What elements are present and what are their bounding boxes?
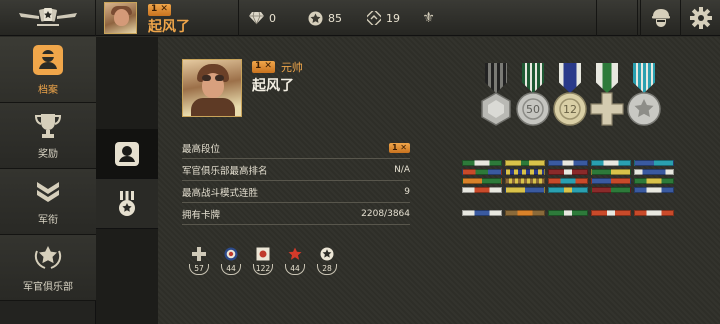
- sidebar: 档案 奖励 军衔 军官俱乐部: [0, 37, 96, 324]
- trophy-icon: [34, 113, 62, 138]
- tab-profile[interactable]: [96, 129, 158, 179]
- ribbon-row: [462, 178, 677, 184]
- stat-value: 2208/3864: [361, 208, 410, 219]
- sidebar-item-label: 奖励: [38, 148, 58, 160]
- stat-rank-badge: 1 ✕: [388, 142, 410, 153]
- diamond-counter[interactable]: 0: [249, 0, 276, 36]
- sub-navigation: [96, 37, 158, 324]
- faction-token[interactable]: 122: [250, 247, 276, 275]
- profile-rank-badge: 1 ✕: [252, 61, 275, 73]
- medal[interactable]: 12: [552, 63, 588, 133]
- allied-star-icon: [320, 247, 334, 261]
- gear-icon: [689, 7, 712, 29]
- faction-token[interactable]: 44: [282, 247, 308, 275]
- token-count: 44: [221, 264, 241, 275]
- player-portrait[interactable]: [182, 59, 242, 117]
- cross-medal-icon: [590, 92, 624, 126]
- sidebar-item-rewards[interactable]: 奖励: [0, 103, 96, 169]
- fleur-de-lis-icon: ⚜: [422, 10, 435, 26]
- token-count: 28: [317, 264, 337, 275]
- stat-label: 最高战斗模式连胜: [182, 187, 259, 199]
- token-count: 122: [253, 264, 273, 275]
- sidebar-item-officers-club[interactable]: 军官俱乐部: [0, 235, 96, 301]
- medal[interactable]: [626, 63, 662, 133]
- 50-medal-icon: 50: [516, 92, 550, 126]
- ribbon-row: [462, 210, 677, 216]
- iron-cross-icon: [192, 247, 206, 261]
- star-medal-icon: [627, 92, 661, 126]
- profile-title: 元帅: [280, 61, 303, 74]
- soldier-helmet-icon: [651, 9, 670, 27]
- settings-button[interactable]: [680, 0, 720, 36]
- stat-label: 军官俱乐部最高排名: [182, 165, 268, 177]
- stat-value: N/A: [394, 164, 410, 175]
- coin-value: 85: [328, 11, 342, 25]
- ribbon-row: [462, 187, 677, 193]
- token-counter[interactable]: 19: [366, 0, 400, 36]
- hexagon-medal-icon: [481, 92, 511, 126]
- profile-card-icon: [33, 44, 63, 75]
- divider: [637, 0, 638, 36]
- sidebar-item-label: 军衔: [38, 214, 58, 226]
- token-count: 44: [285, 264, 305, 275]
- top-player-name: 起风了: [148, 19, 190, 35]
- stat-label: 最高段位: [182, 143, 221, 155]
- sidebar-item-rank[interactable]: 军衔: [0, 169, 96, 235]
- 12-medal-icon: 12: [553, 92, 587, 126]
- medal[interactable]: [478, 63, 514, 133]
- red-star-icon: [288, 247, 302, 260]
- menu-logo-button[interactable]: [0, 0, 96, 36]
- fleur-counter[interactable]: ⚜: [421, 0, 441, 36]
- sidebar-item-label: 档案: [38, 84, 58, 96]
- top-bar: 1 ✕ 起风了 0 85 19 ⚜: [0, 0, 720, 36]
- profile-panel: 1 ✕ 元帅 起风了 最高段位 1 ✕ 军官俱乐部最高排名 N/A 最高战斗模式…: [158, 37, 720, 324]
- profile-rank: 1 ✕ 元帅: [252, 59, 303, 75]
- faction-token[interactable]: 44: [218, 247, 244, 275]
- tab-medals[interactable]: [96, 179, 158, 229]
- diamond-icon: [249, 11, 264, 26]
- medal[interactable]: 50: [515, 63, 551, 133]
- stat-value: 9: [404, 186, 410, 197]
- sidebar-item-profile[interactable]: 档案: [0, 37, 96, 103]
- rank-chevron-token-icon: [366, 11, 381, 26]
- faction-tokens: 57 44 122 44 28: [186, 247, 346, 275]
- roundel-icon: [224, 247, 238, 261]
- stat-row: 最高段位 1 ✕: [182, 137, 410, 159]
- laurel-star-icon: [34, 245, 62, 269]
- gold-star-coin-icon: [308, 11, 323, 26]
- top-rank-badge: 1 ✕: [148, 4, 171, 16]
- faction-token[interactable]: 28: [314, 247, 340, 275]
- medal-icon: [119, 190, 135, 216]
- rising-sun-icon: [256, 247, 270, 261]
- medal-label: 50: [526, 103, 540, 116]
- medal[interactable]: [589, 63, 625, 133]
- sidebar-item-label: 军官俱乐部: [23, 281, 73, 293]
- profile-name: 起风了: [252, 78, 294, 94]
- ribbon-row: [462, 160, 677, 166]
- divider: [238, 0, 239, 36]
- token-value: 19: [386, 11, 400, 25]
- medals-row: 50 12: [478, 63, 668, 133]
- token-count: 57: [189, 264, 209, 275]
- diamond-value: 0: [269, 11, 276, 25]
- profile-card-icon: [115, 141, 139, 166]
- stats-list: 最高段位 1 ✕ 军官俱乐部最高排名 N/A 最高战斗模式连胜 9 拥有卡牌 2…: [182, 137, 410, 225]
- medal-label: 12: [563, 103, 577, 116]
- stat-row: 军官俱乐部最高排名 N/A: [182, 159, 410, 181]
- chevron-rank-icon: [37, 181, 59, 202]
- faction-token[interactable]: 57: [186, 247, 212, 275]
- wings-cards-logo-icon: [18, 8, 77, 26]
- stat-label: 拥有卡牌: [182, 209, 221, 221]
- top-avatar[interactable]: [104, 2, 137, 34]
- divider: [596, 0, 597, 36]
- stat-row: 拥有卡牌 2208/3864: [182, 203, 410, 225]
- coin-counter[interactable]: 85: [308, 0, 342, 36]
- stat-row: 最高战斗模式连胜 9: [182, 181, 410, 203]
- ribbon-row: [462, 169, 677, 175]
- commander-button[interactable]: [640, 0, 680, 36]
